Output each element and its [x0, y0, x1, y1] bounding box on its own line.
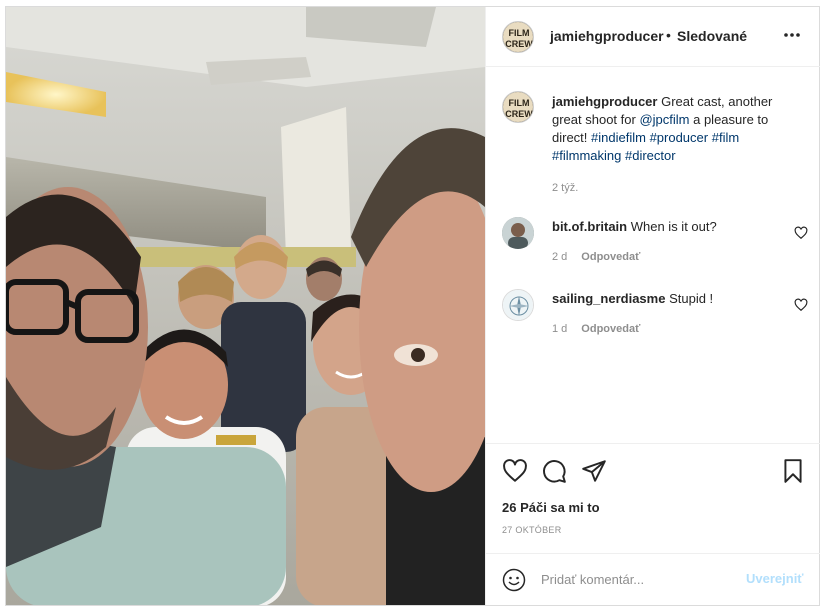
- post-caption: jamiehgproducer Great cast, another grea…: [552, 93, 804, 197]
- author-avatar[interactable]: FILM CREW: [502, 21, 534, 53]
- mention-link[interactable]: @jpcfilm: [639, 112, 689, 127]
- post-details-panel: FILM CREW jamiehgproducer • Sledované FI…: [485, 7, 820, 605]
- small-heart-icon[interactable]: [794, 226, 808, 240]
- caption-avatar[interactable]: FILM CREW: [502, 91, 534, 123]
- post-comment-button[interactable]: Uverejniť: [746, 571, 804, 586]
- hashtag-link[interactable]: #director: [625, 148, 676, 163]
- post-header: FILM CREW jamiehgproducer • Sledované: [486, 7, 820, 67]
- more-icon[interactable]: [782, 25, 802, 45]
- comment-text: When is it out?: [630, 219, 717, 234]
- share-icon[interactable]: [581, 458, 607, 484]
- comment-input[interactable]: [541, 568, 741, 590]
- svg-text:FILM: FILM: [509, 28, 530, 38]
- selfie-image: [6, 7, 485, 605]
- author-username[interactable]: jamiehgproducer: [550, 28, 664, 44]
- small-heart-icon[interactable]: [794, 298, 808, 312]
- post-photo[interactable]: [6, 7, 485, 605]
- post-actions: 26 Páči sa mi to 27 OKTÓBER: [486, 443, 820, 563]
- reply-button[interactable]: Odpovedať: [581, 323, 640, 335]
- comment-username[interactable]: sailing_nerdiasme: [552, 291, 665, 306]
- commenter-avatar[interactable]: [502, 217, 534, 249]
- film-crew-logo: FILM CREW: [503, 22, 533, 52]
- commenter-avatar[interactable]: [502, 289, 534, 321]
- svg-text:CREW: CREW: [505, 39, 533, 49]
- caption-age[interactable]: 2 týž.: [552, 179, 804, 197]
- reply-button[interactable]: Odpovedať: [581, 251, 640, 263]
- hashtag-link[interactable]: #film: [712, 130, 739, 145]
- following-button[interactable]: Sledované: [677, 28, 747, 44]
- heart-icon[interactable]: [502, 458, 528, 484]
- hashtag-link[interactable]: #indiefilm: [591, 130, 646, 145]
- post-date[interactable]: 27 OKTÓBER: [502, 525, 562, 535]
- bookmark-icon[interactable]: [780, 458, 806, 484]
- comment-item: bit.of.britain When is it out? 2 d Odpove…: [552, 218, 792, 266]
- comment-item: sailing_nerdiasme Stupid ! 1 d Odpovedať: [552, 290, 792, 338]
- header-separator: •: [666, 27, 671, 43]
- film-crew-logo: FILM CREW: [503, 92, 533, 122]
- emoji-icon[interactable]: [502, 568, 526, 592]
- user-photo: [502, 217, 534, 249]
- comment-age[interactable]: 1 d: [552, 323, 567, 335]
- svg-text:FILM: FILM: [509, 98, 530, 108]
- comment-username[interactable]: bit.of.britain: [552, 219, 627, 234]
- comment-icon[interactable]: [541, 458, 567, 484]
- caption-username[interactable]: jamiehgproducer: [552, 94, 657, 109]
- hashtag-link[interactable]: #filmmaking: [552, 148, 621, 163]
- svg-text:CREW: CREW: [505, 109, 533, 119]
- likes-count[interactable]: 26 Páči sa mi to: [502, 500, 600, 515]
- hashtag-link[interactable]: #producer: [650, 130, 709, 145]
- comment-age[interactable]: 2 d: [552, 251, 567, 263]
- post-modal: FILM CREW jamiehgproducer • Sledované FI…: [5, 6, 820, 606]
- compass-logo: [503, 290, 533, 320]
- comment-text: Stupid !: [669, 291, 714, 306]
- add-comment-bar: Uverejniť: [486, 553, 820, 605]
